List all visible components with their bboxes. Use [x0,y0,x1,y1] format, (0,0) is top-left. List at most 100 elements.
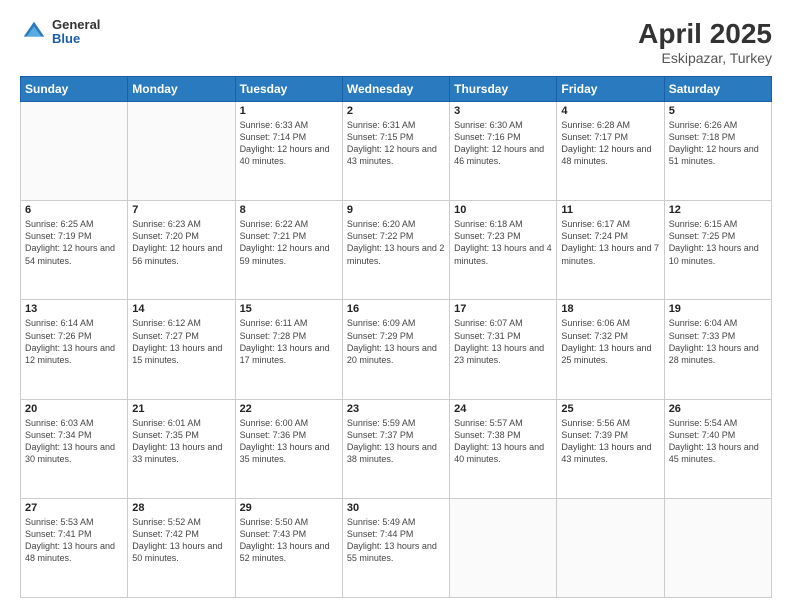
day-number: 11 [561,204,659,216]
day-cell: 10 Sunrise: 6:18 AMSunset: 7:23 PMDayligh… [450,201,557,300]
day-number: 23 [347,403,445,415]
day-cell: 16 Sunrise: 6:09 AMSunset: 7:29 PMDayligh… [342,300,449,399]
logo-blue-text: Blue [52,32,100,46]
day-cell: 30 Sunrise: 5:49 AMSunset: 7:44 PMDayligh… [342,498,449,597]
col-header-saturday: Saturday [664,77,771,102]
day-cell: 4 Sunrise: 6:28 AMSunset: 7:17 PMDaylight… [557,102,664,201]
day-info: Sunrise: 6:18 AMSunset: 7:23 PMDaylight:… [454,218,552,267]
day-cell: 2 Sunrise: 6:31 AMSunset: 7:15 PMDaylight… [342,102,449,201]
day-info: Sunrise: 6:20 AMSunset: 7:22 PMDaylight:… [347,218,445,267]
day-number: 30 [347,502,445,514]
day-number: 2 [347,105,445,117]
day-info: Sunrise: 6:11 AMSunset: 7:28 PMDaylight:… [240,317,338,366]
day-number: 3 [454,105,552,117]
day-number: 29 [240,502,338,514]
day-info: Sunrise: 5:54 AMSunset: 7:40 PMDaylight:… [669,417,767,466]
title-block: April 2025 Eskipazar, Turkey [638,18,772,66]
day-number: 15 [240,303,338,315]
col-header-wednesday: Wednesday [342,77,449,102]
header: General Blue April 2025 Eskipazar, Turke… [20,18,772,66]
day-cell [21,102,128,201]
week-row-3: 13Sunrise: 6:14 AMSunset: 7:26 PMDayligh… [21,300,772,399]
day-cell: 12Sunrise: 6:15 AMSunset: 7:25 PMDayligh… [664,201,771,300]
day-info: Sunrise: 6:09 AMSunset: 7:29 PMDaylight:… [347,317,445,366]
day-number: 22 [240,403,338,415]
day-cell: 21 Sunrise: 6:01 AMSunset: 7:35 PMDayligh… [128,399,235,498]
calendar-table: SundayMondayTuesdayWednesdayThursdayFrid… [20,76,772,598]
day-number: 14 [132,303,230,315]
day-number: 20 [25,403,123,415]
day-info: Sunrise: 5:50 AMSunset: 7:43 PMDaylight:… [240,516,338,565]
day-info: Sunrise: 6:03 AMSunset: 7:34 PMDaylight:… [25,417,123,466]
week-row-4: 20 Sunrise: 6:03 AMSunset: 7:34 PMDayligh… [21,399,772,498]
day-number: 4 [561,105,659,117]
day-number: 10 [454,204,552,216]
day-cell [664,498,771,597]
day-number: 6 [25,204,123,216]
col-header-tuesday: Tuesday [235,77,342,102]
day-number: 25 [561,403,659,415]
logo: General Blue [20,18,100,47]
day-cell: 18Sunrise: 6:06 AMSunset: 7:32 PMDayligh… [557,300,664,399]
col-header-friday: Friday [557,77,664,102]
day-cell: 7 Sunrise: 6:23 AMSunset: 7:20 PMDaylight… [128,201,235,300]
day-info: Sunrise: 6:28 AMSunset: 7:17 PMDaylight:… [561,119,659,168]
day-cell: 24 Sunrise: 5:57 AMSunset: 7:38 PMDayligh… [450,399,557,498]
day-info: Sunrise: 5:49 AMSunset: 7:44 PMDaylight:… [347,516,445,565]
day-info: Sunrise: 6:26 AMSunset: 7:18 PMDaylight:… [669,119,767,168]
day-info: Sunrise: 6:15 AMSunset: 7:25 PMDaylight:… [669,218,767,267]
day-cell: 14 Sunrise: 6:12 AMSunset: 7:27 PMDayligh… [128,300,235,399]
week-row-2: 6 Sunrise: 6:25 AMSunset: 7:19 PMDaylight… [21,201,772,300]
day-number: 1 [240,105,338,117]
day-number: 9 [347,204,445,216]
day-number: 13 [25,303,123,315]
day-number: 26 [669,403,767,415]
day-info: Sunrise: 5:53 AMSunset: 7:41 PMDaylight:… [25,516,123,565]
day-cell: 23 Sunrise: 5:59 AMSunset: 7:37 PMDayligh… [342,399,449,498]
day-info: Sunrise: 6:04 AMSunset: 7:33 PMDaylight:… [669,317,767,366]
day-info: Sunrise: 5:57 AMSunset: 7:38 PMDaylight:… [454,417,552,466]
day-cell: 8Sunrise: 6:22 AMSunset: 7:21 PMDaylight… [235,201,342,300]
day-cell: 15 Sunrise: 6:11 AMSunset: 7:28 PMDayligh… [235,300,342,399]
week-row-5: 27 Sunrise: 5:53 AMSunset: 7:41 PMDayligh… [21,498,772,597]
day-cell: 28 Sunrise: 5:52 AMSunset: 7:42 PMDayligh… [128,498,235,597]
day-cell: 25Sunrise: 5:56 AMSunset: 7:39 PMDayligh… [557,399,664,498]
day-cell: 1 Sunrise: 6:33 AMSunset: 7:14 PMDaylight… [235,102,342,201]
day-info: Sunrise: 6:30 AMSunset: 7:16 PMDaylight:… [454,119,552,168]
logo-text: General Blue [52,18,100,47]
day-number: 17 [454,303,552,315]
day-cell: 22 Sunrise: 6:00 AMSunset: 7:36 PMDayligh… [235,399,342,498]
day-info: Sunrise: 6:31 AMSunset: 7:15 PMDaylight:… [347,119,445,168]
day-number: 5 [669,105,767,117]
day-number: 24 [454,403,552,415]
day-info: Sunrise: 6:33 AMSunset: 7:14 PMDaylight:… [240,119,338,168]
day-info: Sunrise: 5:59 AMSunset: 7:37 PMDaylight:… [347,417,445,466]
day-info: Sunrise: 6:12 AMSunset: 7:27 PMDaylight:… [132,317,230,366]
day-info: Sunrise: 6:01 AMSunset: 7:35 PMDaylight:… [132,417,230,466]
day-info: Sunrise: 6:07 AMSunset: 7:31 PMDaylight:… [454,317,552,366]
day-number: 16 [347,303,445,315]
day-number: 7 [132,204,230,216]
day-number: 8 [240,204,338,216]
day-info: Sunrise: 6:23 AMSunset: 7:20 PMDaylight:… [132,218,230,267]
logo-general-text: General [52,18,100,32]
day-info: Sunrise: 6:25 AMSunset: 7:19 PMDaylight:… [25,218,123,267]
title-month: April 2025 [638,18,772,50]
title-location: Eskipazar, Turkey [638,50,772,66]
day-number: 27 [25,502,123,514]
day-number: 28 [132,502,230,514]
day-number: 18 [561,303,659,315]
day-number: 21 [132,403,230,415]
day-cell [450,498,557,597]
day-cell: 5 Sunrise: 6:26 AMSunset: 7:18 PMDaylight… [664,102,771,201]
day-info: Sunrise: 6:17 AMSunset: 7:24 PMDaylight:… [561,218,659,267]
day-cell: 3 Sunrise: 6:30 AMSunset: 7:16 PMDaylight… [450,102,557,201]
col-header-sunday: Sunday [21,77,128,102]
day-info: Sunrise: 6:00 AMSunset: 7:36 PMDaylight:… [240,417,338,466]
col-header-thursday: Thursday [450,77,557,102]
day-cell: 6 Sunrise: 6:25 AMSunset: 7:19 PMDaylight… [21,201,128,300]
day-cell: 20 Sunrise: 6:03 AMSunset: 7:34 PMDayligh… [21,399,128,498]
page: General Blue April 2025 Eskipazar, Turke… [0,0,792,612]
day-cell: 29 Sunrise: 5:50 AMSunset: 7:43 PMDayligh… [235,498,342,597]
day-info: Sunrise: 5:52 AMSunset: 7:42 PMDaylight:… [132,516,230,565]
